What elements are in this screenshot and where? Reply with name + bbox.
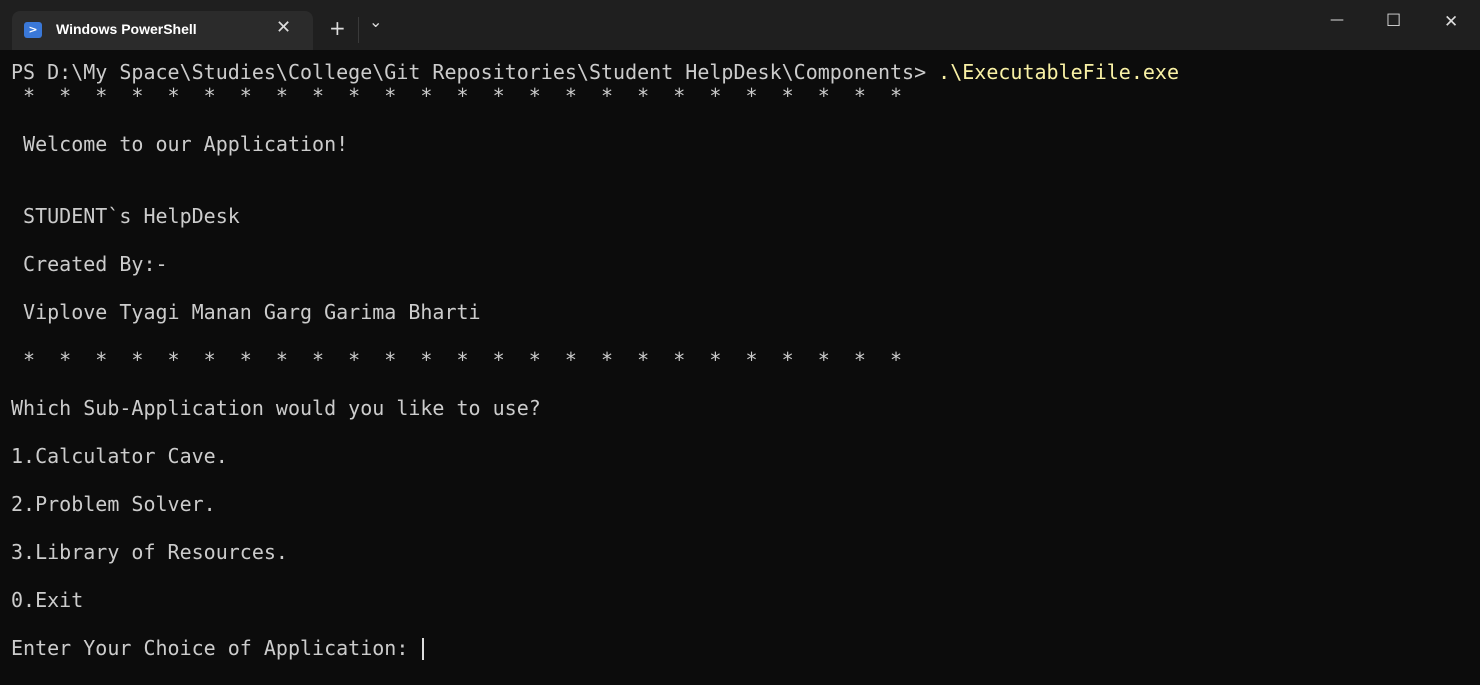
tab-windows-powershell[interactable]: > Windows PowerShell ✕ — [12, 11, 313, 50]
chevron-down-icon[interactable]: ⌄ — [369, 12, 382, 31]
output-line: 3.Library of Resources. — [11, 540, 288, 564]
prompt-line: PS D:\My Space\Studies\College\Git Repos… — [11, 60, 1179, 84]
prompt: PS D:\My Space\Studies\College\Git Repos… — [11, 60, 939, 84]
output-line: Viplove Tyagi Manan Garg Garima Bharti — [11, 300, 481, 324]
input-line[interactable]: Enter Your Choice of Application: — [11, 636, 1179, 660]
output-line: Created By:- — [11, 252, 168, 276]
output-line: STUDENT`s HelpDesk — [11, 204, 240, 228]
output-line: 1.Calculator Cave. — [11, 444, 228, 468]
divider — [358, 17, 359, 43]
title-bar: > Windows PowerShell ✕ + ⌄ — ☐ ✕ — [0, 0, 1480, 50]
tab-close-icon[interactable]: ✕ — [276, 17, 291, 38]
output-line: 0.Exit — [11, 588, 84, 612]
output-line: 2.Problem Solver. — [11, 492, 216, 516]
new-tab-button[interactable]: + — [329, 16, 346, 40]
text-cursor — [422, 638, 425, 660]
output-line: * * * * * * * * * * * * * * * * * * * * … — [11, 348, 903, 372]
minimize-button[interactable]: — — [1330, 12, 1344, 28]
maximize-button[interactable]: ☐ — [1386, 11, 1401, 31]
input-prompt: Enter Your Choice of Application: — [11, 636, 421, 660]
output-line: Which Sub-Application would you like to … — [11, 396, 541, 420]
close-button[interactable]: ✕ — [1444, 12, 1458, 32]
output-line: Welcome to our Application! — [11, 132, 349, 156]
output-lines: * * * * * * * * * * * * * * * * * * * * … — [11, 84, 1179, 636]
tab-title: Windows PowerShell — [56, 21, 197, 37]
output-line: * * * * * * * * * * * * * * * * * * * * … — [11, 84, 903, 108]
powershell-icon: > — [24, 22, 42, 38]
terminal-output[interactable]: PS D:\My Space\Studies\College\Git Repos… — [11, 60, 1179, 660]
command: .\ExecutableFile.exe — [938, 60, 1179, 84]
